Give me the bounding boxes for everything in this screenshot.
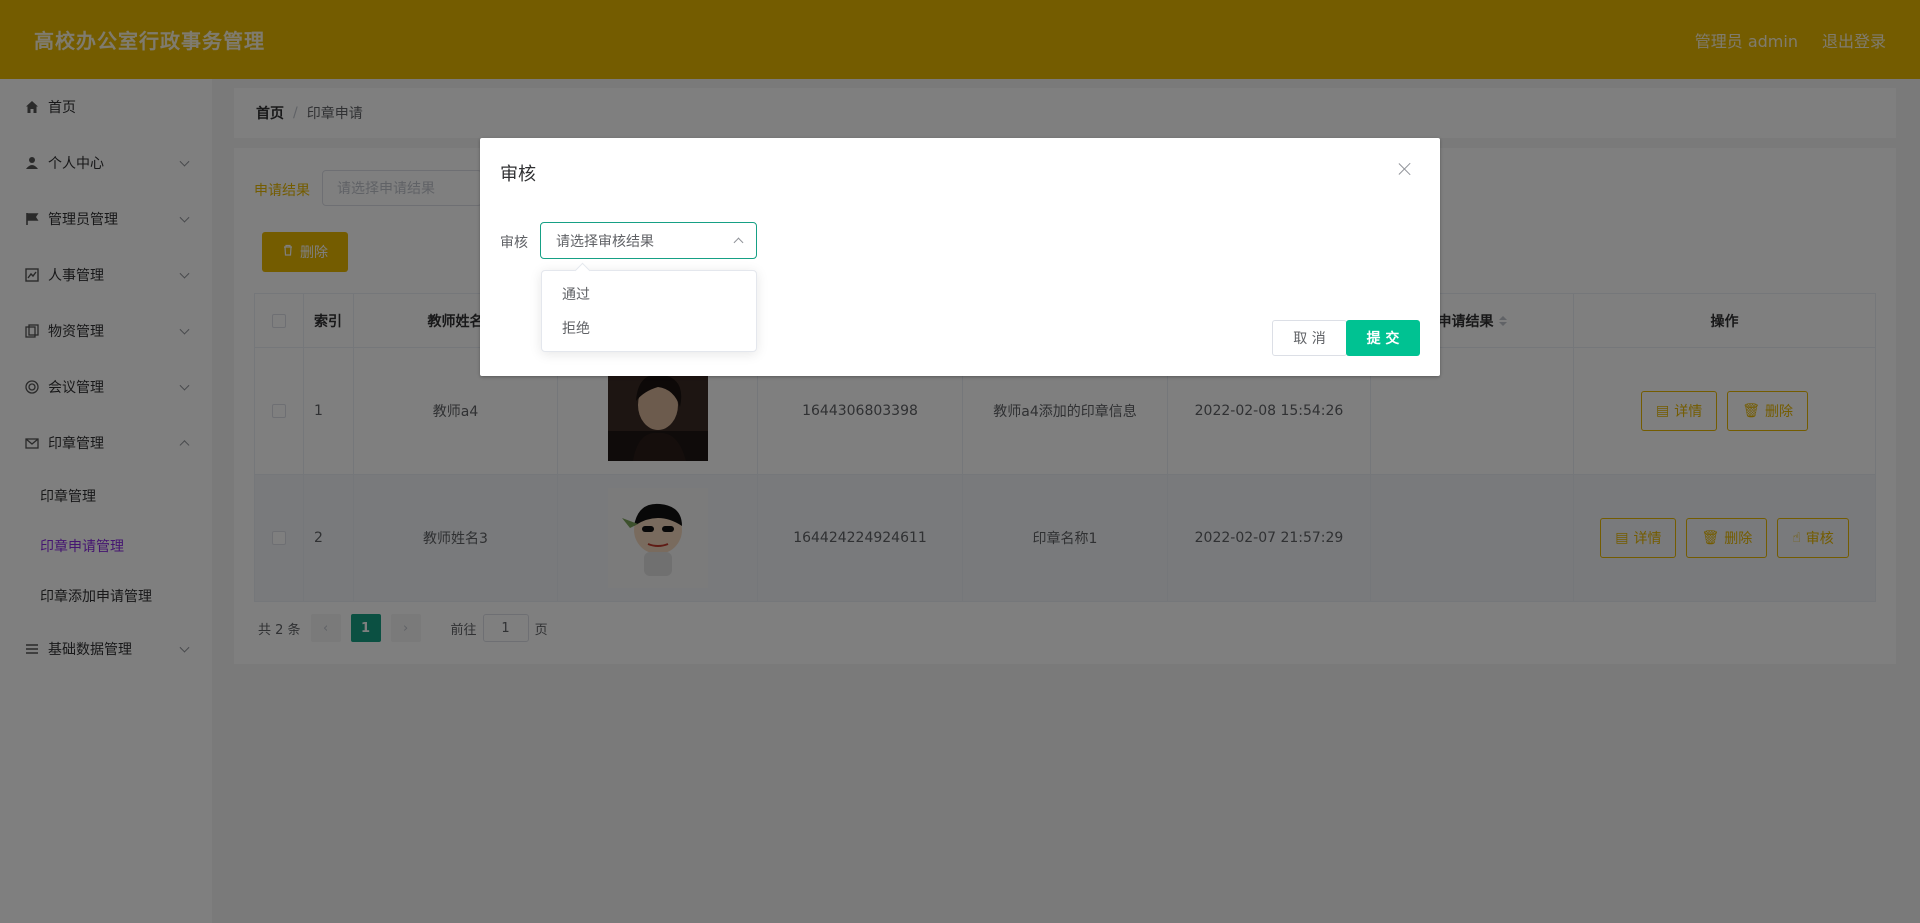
review-select-placeholder: 请选择审核结果 xyxy=(556,233,654,250)
review-field-label: 审核 xyxy=(500,235,528,251)
submit-button[interactable]: 提 交 xyxy=(1346,320,1420,356)
option-reject[interactable]: 拒绝 xyxy=(542,311,756,345)
chevron-up-icon xyxy=(733,237,744,248)
review-options-dropdown: 通过 拒绝 xyxy=(541,270,757,352)
close-icon[interactable] xyxy=(1398,162,1412,176)
review-result-select[interactable]: 请选择审核结果 xyxy=(540,222,757,259)
dialog-title: 审核 xyxy=(500,164,536,185)
cancel-button[interactable]: 取 消 xyxy=(1272,320,1347,356)
option-approve[interactable]: 通过 xyxy=(542,277,756,311)
